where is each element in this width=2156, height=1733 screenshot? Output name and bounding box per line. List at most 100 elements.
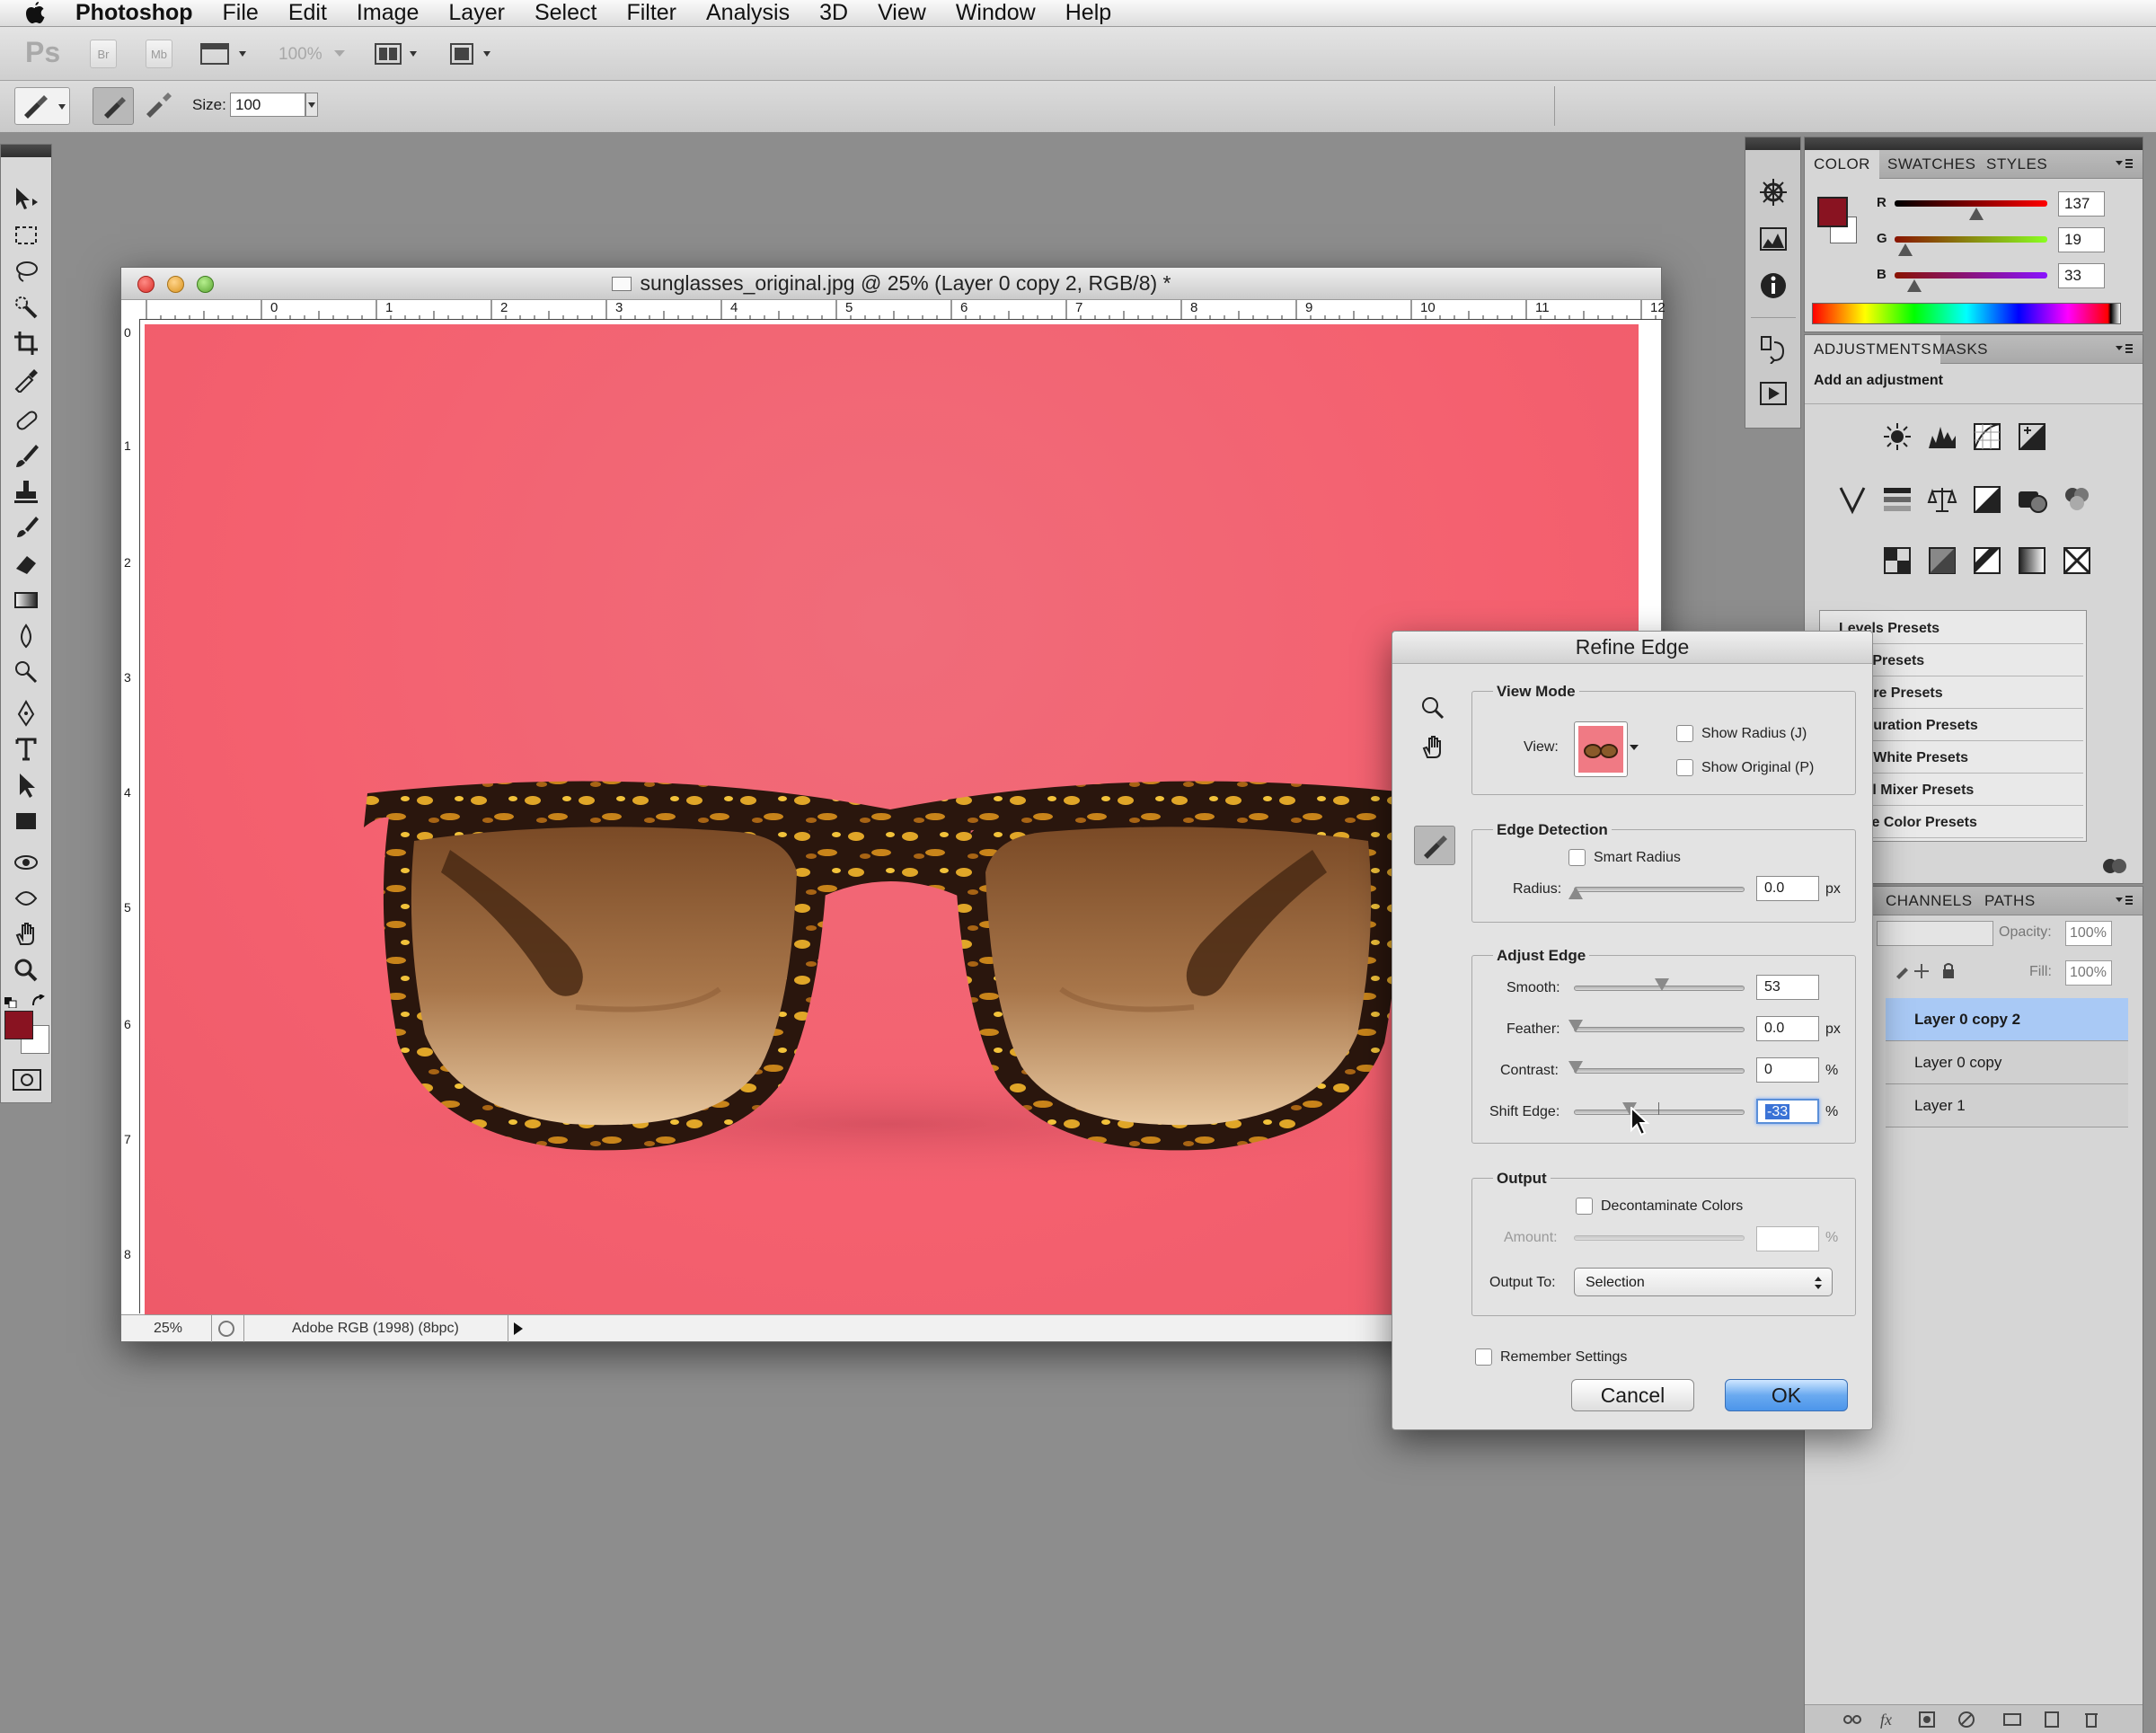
ok-button[interactable]: OK — [1725, 1379, 1848, 1411]
remember-settings-checkbox[interactable] — [1475, 1348, 1492, 1366]
radius-slider[interactable] — [1574, 887, 1745, 892]
amount-input[interactable] — [1756, 1226, 1819, 1251]
menu-image[interactable]: Image — [357, 0, 419, 26]
view-extras-button[interactable] — [199, 41, 250, 66]
apple-icon[interactable] — [22, 0, 49, 27]
menu-file[interactable]: File — [223, 0, 259, 26]
layer-row[interactable]: Layer 0 copy — [1886, 1041, 2128, 1084]
menu-view[interactable]: View — [878, 0, 926, 26]
black-white-icon[interactable] — [1970, 482, 2004, 517]
3d-rotate-tool-icon[interactable] — [10, 847, 42, 878]
opacity-input[interactable]: 100% — [2065, 921, 2112, 946]
menu-analysis[interactable]: Analysis — [706, 0, 790, 26]
dialog-titlebar[interactable]: Refine Edge — [1392, 632, 1872, 664]
exposure-icon[interactable] — [2015, 420, 2049, 454]
zoom-dropdown-icon[interactable] — [334, 50, 345, 57]
menu-3d[interactable]: 3D — [819, 0, 848, 26]
amount-slider[interactable] — [1574, 1235, 1745, 1241]
blue-slider[interactable] — [1895, 272, 2047, 279]
document-titlebar[interactable]: sunglasses_original.jpg @ 25% (Layer 0 c… — [121, 268, 1661, 300]
gradient-map-icon[interactable] — [2015, 544, 2049, 578]
zoom-tool-icon[interactable] — [10, 955, 42, 986]
contrast-slider-knob[interactable] — [1568, 1061, 1583, 1074]
panel-menu-icon[interactable] — [2116, 894, 2134, 908]
hue-saturation-icon[interactable] — [1880, 482, 1914, 517]
color-balance-icon[interactable] — [1925, 482, 1959, 517]
shift-edge-slider[interactable] — [1574, 1110, 1745, 1115]
panel-menu-icon[interactable] — [2116, 342, 2134, 357]
menu-filter[interactable]: Filter — [626, 0, 676, 26]
dodge-tool-icon[interactable] — [10, 657, 42, 687]
navigator-icon[interactable] — [1758, 177, 1789, 208]
smooth-input[interactable]: 53 — [1756, 975, 1819, 1000]
swap-colors-icon[interactable] — [31, 994, 46, 1009]
menu-help[interactable]: Help — [1065, 0, 1111, 26]
screen-mode-button[interactable] — [447, 41, 498, 66]
tab-channels[interactable]: CHANNELS — [1877, 887, 1982, 915]
status-menu-arrow-icon[interactable] — [513, 1322, 524, 1335]
layer-row-selected[interactable]: Layer 0 copy 2 — [1886, 998, 2128, 1041]
radius-input[interactable]: 0.0 — [1756, 876, 1819, 901]
path-selection-tool-icon[interactable] — [10, 770, 42, 800]
panel-menu-icon[interactable] — [2116, 157, 2134, 172]
pen-tool-icon[interactable] — [10, 698, 42, 729]
zoom-level[interactable]: 100% — [278, 45, 323, 65]
size-dropdown-icon[interactable] — [305, 93, 318, 117]
photo-filter-icon[interactable] — [2015, 482, 2049, 517]
marquee-tool-icon[interactable] — [10, 220, 42, 251]
dock-titlebar[interactable] — [1745, 137, 1800, 150]
adjustments-footer-icon[interactable] — [2101, 856, 2130, 876]
curves-icon[interactable] — [1970, 420, 2004, 454]
history-brush-tool-icon[interactable] — [10, 513, 42, 544]
tool-preset-picker[interactable] — [14, 87, 70, 125]
invert-icon[interactable] — [1880, 544, 1914, 578]
contrast-slider[interactable] — [1574, 1068, 1745, 1074]
fill-input[interactable]: 100% — [2065, 960, 2112, 986]
red-slider-knob[interactable] — [1969, 208, 1984, 220]
vibrance-icon[interactable] — [1835, 482, 1869, 517]
menu-select[interactable]: Select — [535, 0, 596, 26]
show-radius-checkbox[interactable] — [1676, 725, 1693, 742]
bridge-button[interactable]: Br — [90, 40, 117, 68]
refine-radius-tool-button[interactable] — [1414, 826, 1455, 865]
selective-color-icon[interactable] — [2060, 544, 2094, 578]
3d-orbit-tool-icon[interactable] — [10, 883, 42, 914]
histogram-icon[interactable] — [1758, 224, 1789, 254]
green-value-input[interactable]: 19 — [2058, 227, 2105, 252]
quick-selection-tool-icon[interactable] — [10, 292, 42, 323]
foreground-color-swatch[interactable] — [4, 1011, 33, 1039]
lock-icons[interactable] — [1877, 960, 1993, 982]
hand-tool-icon[interactable] — [1419, 730, 1446, 761]
decontaminate-checkbox[interactable] — [1576, 1198, 1593, 1215]
color-ramp[interactable] — [1812, 303, 2121, 324]
blue-slider-knob[interactable] — [1907, 279, 1922, 292]
eraser-tool-icon[interactable] — [10, 549, 42, 579]
shift-edge-input[interactable]: -33 — [1756, 1099, 1819, 1124]
arrange-documents-button[interactable] — [374, 41, 424, 66]
info-icon[interactable] — [1758, 270, 1789, 301]
smart-radius-checkbox[interactable] — [1568, 849, 1586, 866]
healing-brush-tool-icon[interactable] — [10, 405, 42, 436]
zoom-window-icon[interactable] — [197, 276, 214, 293]
vertical-ruler[interactable]: 0 1 2 3 4 5 6 7 8 — [121, 320, 140, 1313]
feather-slider[interactable] — [1574, 1027, 1745, 1032]
menu-window[interactable]: Window — [956, 0, 1036, 26]
blue-value-input[interactable]: 33 — [2058, 263, 2105, 288]
brightness-contrast-icon[interactable] — [1880, 420, 1914, 454]
radius-slider-knob[interactable] — [1568, 887, 1583, 899]
close-window-icon[interactable] — [137, 276, 155, 293]
menu-edit[interactable]: Edit — [288, 0, 327, 26]
menu-photoshop[interactable]: Photoshop — [75, 0, 193, 26]
status-info-icon[interactable] — [218, 1321, 234, 1337]
contrast-input[interactable]: 0 — [1756, 1057, 1819, 1083]
gradient-tool-icon[interactable] — [10, 585, 42, 615]
move-tool-icon[interactable] — [10, 184, 42, 215]
red-slider[interactable] — [1895, 200, 2047, 207]
zoom-readout[interactable]: 25% — [154, 1321, 182, 1337]
blend-mode-select[interactable] — [1877, 921, 1993, 946]
smooth-slider-knob[interactable] — [1655, 978, 1669, 991]
quick-mask-icon[interactable] — [12, 1068, 42, 1092]
size-input[interactable]: 100 — [230, 93, 305, 117]
tab-paths[interactable]: PATHS — [1975, 887, 2045, 915]
tab-swatches[interactable]: SWATCHES — [1878, 150, 1984, 179]
